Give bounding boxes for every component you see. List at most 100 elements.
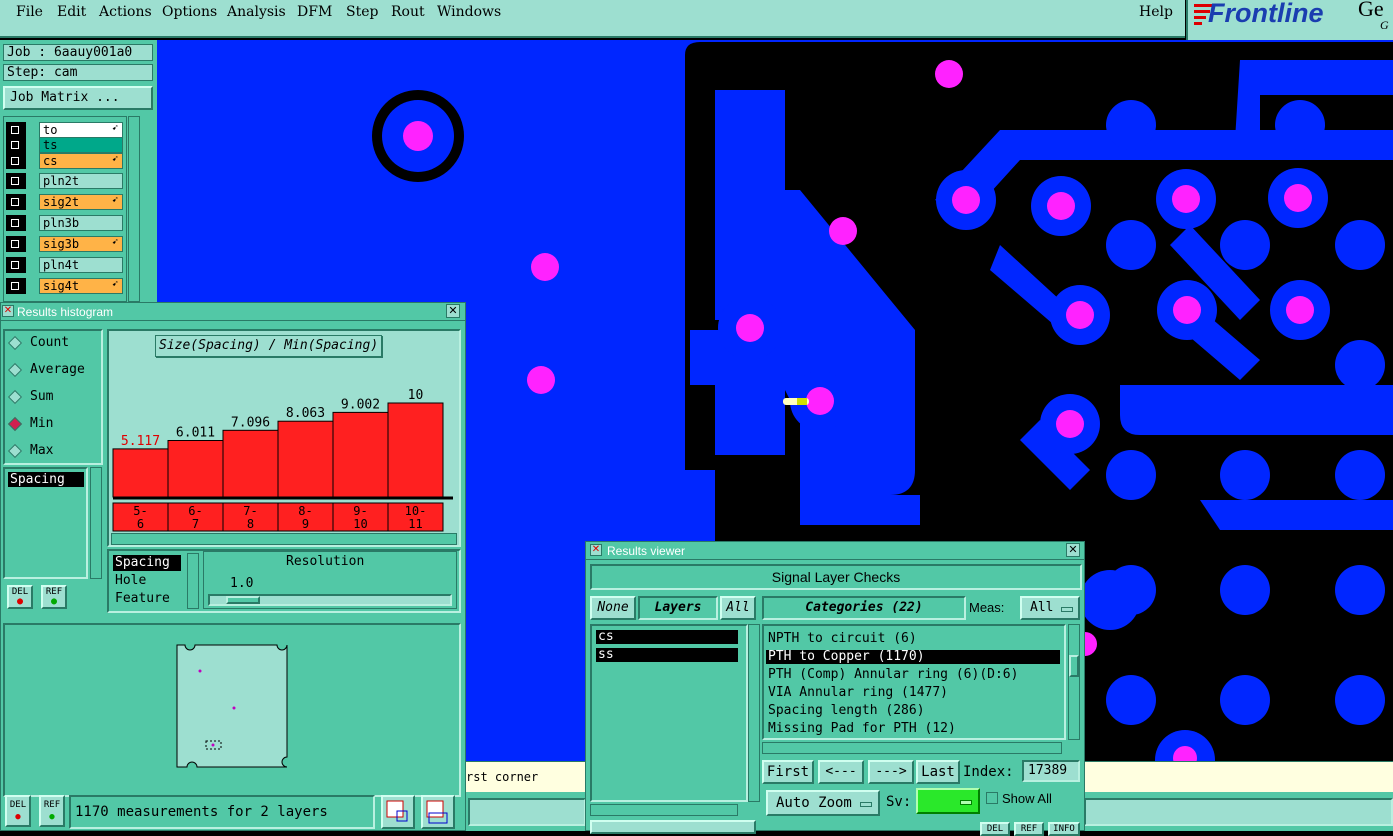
layer-list-scrollbar[interactable]: [128, 116, 140, 302]
none-button[interactable]: None: [590, 596, 636, 620]
layers-tab[interactable]: Layers: [638, 596, 718, 620]
histogram-bar[interactable]: [222, 429, 279, 498]
window-menu-icon[interactable]: ✕: [2, 305, 14, 317]
category-item[interactable]: Missing Pad for PTH (12): [766, 722, 1060, 736]
layer-name[interactable]: pln4t: [39, 257, 123, 273]
layer-checkbox[interactable]: [6, 278, 26, 294]
next-button[interactable]: --->: [868, 760, 914, 784]
layer-name[interactable]: to: [39, 122, 123, 138]
viewer-ref-button[interactable]: REF: [1014, 822, 1044, 836]
bottom-field: [468, 798, 586, 826]
layer-checkbox[interactable]: [6, 215, 26, 231]
layer-checkbox[interactable]: [6, 153, 26, 169]
zoom-to-feature-button[interactable]: [381, 795, 415, 829]
menu-help[interactable]: Help: [1139, 4, 1173, 20]
menu-file[interactable]: File: [16, 4, 43, 20]
menu-step[interactable]: Step: [346, 4, 378, 20]
job-matrix-button[interactable]: Job Matrix ...: [3, 86, 153, 110]
zoom-back-button[interactable]: [421, 795, 455, 829]
layer-checkbox[interactable]: [6, 122, 26, 138]
layer-checkbox[interactable]: [6, 137, 26, 153]
layer-name[interactable]: cs: [39, 153, 123, 169]
histogram-bar[interactable]: [112, 448, 169, 498]
category-item[interactable]: PTH to Copper (1170): [766, 650, 1060, 664]
menu-edit[interactable]: Edit: [57, 4, 86, 20]
layer-name[interactable]: ts: [39, 137, 123, 153]
layer-checkbox[interactable]: [6, 173, 26, 189]
mode-min[interactable]: Min: [7, 416, 53, 431]
viewer-layer-item[interactable]: ss: [596, 648, 738, 662]
histogram-bar[interactable]: [332, 411, 389, 498]
viewer-layer-vscroll[interactable]: [748, 624, 760, 802]
mode-count[interactable]: Count: [7, 335, 69, 350]
type-hole[interactable]: Hole: [113, 573, 146, 588]
menu-dfm[interactable]: DFM: [297, 4, 332, 20]
category-item[interactable]: NPTH to circuit (6): [766, 632, 1060, 646]
layer-checkbox[interactable]: [6, 194, 26, 210]
del-button[interactable]: DEL ●: [7, 585, 33, 609]
menu-actions[interactable]: Actions: [99, 4, 152, 20]
category-item[interactable]: PTH (Comp) Annular ring (6)(D:6): [766, 668, 1060, 682]
layer-row[interactable]: sig2t ➹: [6, 194, 124, 210]
index-field[interactable]: 17389: [1022, 760, 1080, 782]
menu-rout[interactable]: Rout: [391, 4, 425, 20]
viewer-del-button[interactable]: DEL: [980, 822, 1010, 836]
layer-name[interactable]: sig2t: [39, 194, 123, 210]
layer-checkbox[interactable]: [6, 257, 26, 273]
all-layers-button[interactable]: All: [720, 596, 756, 620]
menu-analysis[interactable]: Analysis: [227, 4, 286, 20]
category-item[interactable]: VIA Annular ring (1477): [766, 686, 1060, 700]
layer-row[interactable]: sig3b ➹: [6, 236, 124, 252]
layer-row[interactable]: pln3b: [6, 215, 124, 231]
resolution-slider-thumb[interactable]: [226, 596, 260, 604]
board-preview[interactable]: [3, 623, 461, 797]
layer-name[interactable]: sig4t: [39, 278, 123, 294]
histogram-bar[interactable]: [277, 420, 334, 498]
ref-button[interactable]: REF ●: [41, 585, 67, 609]
measure-list-item[interactable]: Spacing: [8, 472, 84, 487]
layer-name[interactable]: sig3b: [39, 236, 123, 252]
type-list-scrollbar[interactable]: [187, 553, 199, 609]
mode-max[interactable]: Max: [7, 443, 53, 458]
layer-row[interactable]: ts: [6, 137, 124, 153]
mode-sum[interactable]: Sum: [7, 389, 53, 404]
auto-zoom-dropdown[interactable]: Auto Zoom: [766, 790, 880, 816]
close-icon[interactable]: ✕: [446, 304, 460, 318]
viewer-info-button[interactable]: INFO: [1048, 822, 1080, 836]
resolution-slider[interactable]: [208, 594, 452, 606]
del-button-bottom[interactable]: DEL ●: [5, 795, 31, 827]
chart-h-scrollbar[interactable]: [111, 533, 457, 545]
categories-vscroll[interactable]: [1068, 624, 1080, 740]
viewer-layer-bottom-button[interactable]: [590, 820, 756, 834]
close-icon[interactable]: ✕: [1066, 543, 1080, 557]
layer-name[interactable]: pln3b: [39, 215, 123, 231]
histogram-bar[interactable]: [387, 402, 444, 498]
show-all-checkbox[interactable]: [986, 792, 998, 804]
prev-button[interactable]: <---: [818, 760, 864, 784]
layer-checkbox[interactable]: [6, 236, 26, 252]
menu-options[interactable]: Options: [162, 4, 217, 20]
histogram-bar[interactable]: [167, 439, 224, 498]
layer-row[interactable]: pln2t: [6, 173, 124, 189]
categories-hscroll[interactable]: [762, 742, 1062, 754]
mode-average[interactable]: Average: [7, 362, 85, 377]
window-menu-icon[interactable]: ✕: [590, 544, 602, 556]
last-button[interactable]: Last: [916, 760, 960, 784]
type-feature[interactable]: Feature: [113, 591, 170, 606]
measure-list-scrollbar[interactable]: [90, 467, 102, 579]
menu-windows[interactable]: Windows: [437, 4, 501, 20]
viewer-layer-item[interactable]: cs: [596, 630, 738, 644]
category-item[interactable]: Spacing length (286): [766, 704, 1060, 718]
layer-row[interactable]: to ➹: [6, 122, 124, 138]
layer-row[interactable]: sig4t ➹: [6, 278, 124, 294]
ref-button-bottom[interactable]: REF ●: [39, 795, 65, 827]
meas-dropdown[interactable]: All: [1020, 596, 1080, 620]
viewer-layer-hscroll[interactable]: [590, 804, 738, 816]
layer-row[interactable]: pln4t: [6, 257, 124, 273]
first-button[interactable]: First: [762, 760, 814, 784]
layer-name[interactable]: pln2t: [39, 173, 123, 189]
layer-row[interactable]: cs ➹: [6, 153, 124, 169]
categories-vscroll-thumb[interactable]: [1069, 655, 1079, 677]
type-spacing[interactable]: Spacing: [113, 555, 181, 571]
severity-dropdown[interactable]: [916, 788, 980, 814]
